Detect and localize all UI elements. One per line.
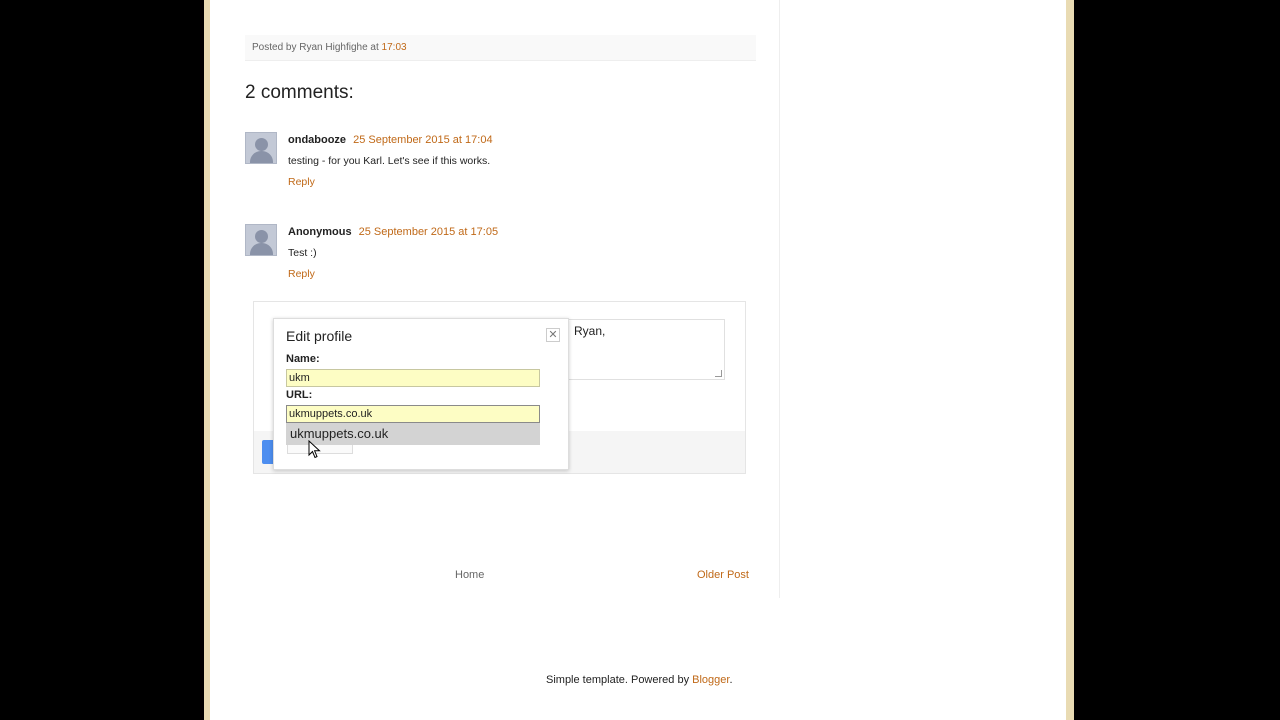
mouse-cursor-icon <box>308 440 321 459</box>
post-footer: Posted by Ryan Highfighe at 17:03 <box>245 35 756 61</box>
comment-author: Anonymous <box>288 226 352 238</box>
footer-suffix: . <box>729 674 733 686</box>
comment-text: testing - for you Karl. Let's see if thi… <box>288 155 491 167</box>
posted-by-label: Posted by <box>252 42 297 53</box>
home-link[interactable]: Home <box>455 569 484 581</box>
name-field[interactable] <box>286 369 540 387</box>
avatar[interactable] <box>245 224 277 256</box>
comments-heading: 2 comments: <box>245 82 354 103</box>
comment-author: ondabooze <box>288 134 347 146</box>
posted-at-label: at <box>370 42 379 53</box>
post-author-link[interactable]: Ryan Highfighe <box>299 42 367 53</box>
post-time-link[interactable]: 17:03 <box>382 42 407 53</box>
url-field[interactable] <box>286 405 540 423</box>
footer-text: Simple template. Powered by <box>546 674 690 686</box>
footer-attribution: Simple template. Powered by Blogger. <box>546 674 733 686</box>
reply-link[interactable]: Reply <box>288 176 315 188</box>
url-label: URL: <box>286 389 313 401</box>
comment-textarea[interactable]: Ryan, <box>565 319 725 380</box>
name-label: Name: <box>286 353 320 365</box>
autocomplete-suggestion[interactable]: ukmuppets.co.uk <box>286 423 540 445</box>
close-icon[interactable]: ✕ <box>546 328 560 342</box>
comment-text: Test :) <box>288 247 317 259</box>
resize-grip-icon[interactable] <box>715 370 722 377</box>
column-divider <box>779 0 780 598</box>
comment-textarea-text: Ryan, <box>574 324 606 338</box>
comment-date-link[interactable]: 25 September 2015 at 17:05 <box>359 226 498 238</box>
older-post-link[interactable]: Older Post <box>697 569 749 581</box>
dialog-title: Edit profile <box>286 328 353 344</box>
comment-date-link[interactable]: 25 September 2015 at 17:04 <box>353 134 492 146</box>
blogger-link[interactable]: Blogger <box>692 674 729 686</box>
avatar[interactable] <box>245 132 277 164</box>
reply-link[interactable]: Reply <box>288 268 315 280</box>
